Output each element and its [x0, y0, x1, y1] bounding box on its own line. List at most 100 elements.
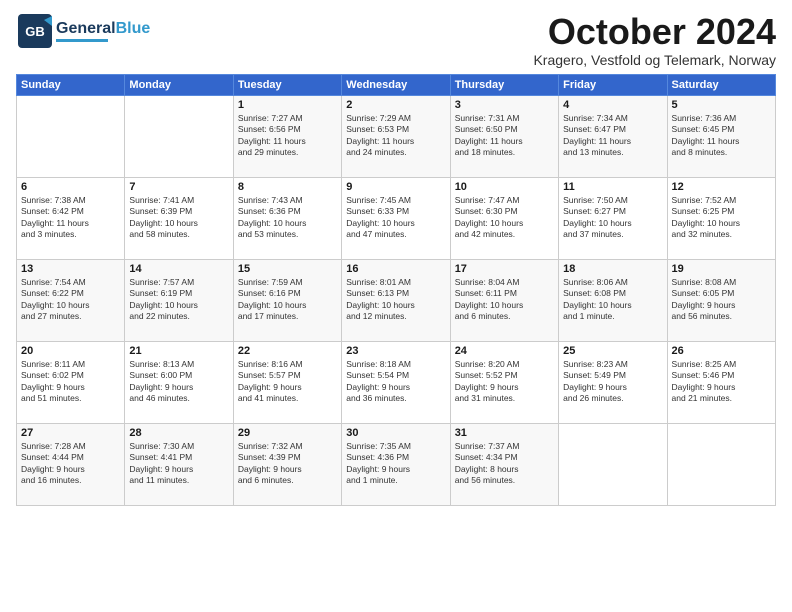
day-cell: 29Sunrise: 7:32 AM Sunset: 4:39 PM Dayli… — [233, 423, 341, 505]
day-info: Sunrise: 7:35 AM Sunset: 4:36 PM Dayligh… — [346, 441, 445, 487]
day-number: 20 — [21, 345, 120, 357]
day-number: 25 — [563, 345, 662, 357]
day-cell: 27Sunrise: 7:28 AM Sunset: 4:44 PM Dayli… — [17, 423, 125, 505]
day-cell: 25 Sunrise: 8:23 AM Sunset: 5:49 PM Dayli… — [559, 341, 667, 423]
day-number: 22 — [238, 345, 337, 357]
day-info: Sunrise: 8:18 AM Sunset: 5:54 PM Dayligh… — [346, 359, 445, 405]
day-info: Sunrise: 7:54 AM Sunset: 6:22 PM Dayligh… — [21, 277, 120, 323]
page-container: GB GeneralBlue October 2024 Kragero, Ves… — [0, 0, 792, 514]
day-cell: 30 Sunrise: 7:35 AM Sunset: 4:36 PM Dayli… — [342, 423, 450, 505]
day-cell: 7 Sunrise: 7:41 AM Sunset: 6:39 PM Daylig… — [125, 177, 233, 259]
day-cell — [667, 423, 775, 505]
day-number: 18 — [563, 263, 662, 275]
day-info: Sunrise: 7:34 AM Sunset: 6:47 PM Dayligh… — [563, 113, 662, 159]
day-number: 2 — [346, 99, 445, 111]
day-number: 7 — [129, 181, 228, 193]
day-cell: 10Sunrise: 7:47 AM Sunset: 6:30 PM Dayli… — [450, 177, 558, 259]
day-cell: 1Sunrise: 7:27 AM Sunset: 6:56 PM Daylig… — [233, 95, 341, 177]
day-info: Sunrise: 7:52 AM Sunset: 6:25 PM Dayligh… — [672, 195, 771, 241]
day-number: 23 — [346, 345, 445, 357]
day-info: Sunrise: 8:13 AM Sunset: 6:00 PM Dayligh… — [129, 359, 228, 405]
col-wednesday: Wednesday — [342, 74, 450, 95]
day-cell — [125, 95, 233, 177]
day-info: Sunrise: 7:59 AM Sunset: 6:16 PM Dayligh… — [238, 277, 337, 323]
col-tuesday: Tuesday — [233, 74, 341, 95]
day-info: Sunrise: 8:11 AM Sunset: 6:02 PM Dayligh… — [21, 359, 120, 405]
day-number: 26 — [672, 345, 771, 357]
day-cell: 2 Sunrise: 7:29 AM Sunset: 6:53 PM Daylig… — [342, 95, 450, 177]
day-info: Sunrise: 7:27 AM Sunset: 6:56 PM Dayligh… — [238, 113, 337, 159]
day-info: Sunrise: 8:16 AM Sunset: 5:57 PM Dayligh… — [238, 359, 337, 405]
day-number: 31 — [455, 427, 554, 439]
day-cell: 17 Sunrise: 8:04 AM Sunset: 6:11 PM Dayli… — [450, 259, 558, 341]
day-cell: 5 Sunrise: 7:36 AM Sunset: 6:45 PM Daylig… — [667, 95, 775, 177]
day-number: 13 — [21, 263, 120, 275]
day-number: 17 — [455, 263, 554, 275]
day-info: Sunrise: 7:36 AM Sunset: 6:45 PM Dayligh… — [672, 113, 771, 159]
day-info: Sunrise: 7:32 AM Sunset: 4:39 PM Dayligh… — [238, 441, 337, 487]
col-saturday: Saturday — [667, 74, 775, 95]
day-info: Sunrise: 7:45 AM Sunset: 6:33 PM Dayligh… — [346, 195, 445, 241]
day-cell: 15 Sunrise: 7:59 AM Sunset: 6:16 PM Dayli… — [233, 259, 341, 341]
day-cell: 14 Sunrise: 7:57 AM Sunset: 6:19 PM Dayli… — [125, 259, 233, 341]
day-info: Sunrise: 7:47 AM Sunset: 6:30 PM Dayligh… — [455, 195, 554, 241]
day-info: Sunrise: 7:41 AM Sunset: 6:39 PM Dayligh… — [129, 195, 228, 241]
svg-text:GB: GB — [25, 24, 45, 39]
day-number: 30 — [346, 427, 445, 439]
day-info: Sunrise: 8:04 AM Sunset: 6:11 PM Dayligh… — [455, 277, 554, 323]
day-number: 4 — [563, 99, 662, 111]
day-cell: 21Sunrise: 8:13 AM Sunset: 6:00 PM Dayli… — [125, 341, 233, 423]
day-cell: 6 Sunrise: 7:38 AM Sunset: 6:42 PM Daylig… — [17, 177, 125, 259]
day-cell — [559, 423, 667, 505]
day-cell: 13 Sunrise: 7:54 AM Sunset: 6:22 PM Dayli… — [17, 259, 125, 341]
col-thursday: Thursday — [450, 74, 558, 95]
day-info: Sunrise: 7:50 AM Sunset: 6:27 PM Dayligh… — [563, 195, 662, 241]
day-cell: 4 Sunrise: 7:34 AM Sunset: 6:47 PM Daylig… — [559, 95, 667, 177]
day-cell: 24Sunrise: 8:20 AM Sunset: 5:52 PM Dayli… — [450, 341, 558, 423]
day-number: 27 — [21, 427, 120, 439]
week-row-2: 6 Sunrise: 7:38 AM Sunset: 6:42 PM Daylig… — [17, 177, 776, 259]
day-number: 5 — [672, 99, 771, 111]
header: GB GeneralBlue October 2024 Kragero, Ves… — [16, 12, 776, 68]
day-number: 3 — [455, 99, 554, 111]
week-row-3: 13 Sunrise: 7:54 AM Sunset: 6:22 PM Dayli… — [17, 259, 776, 341]
calendar-table: Sunday Monday Tuesday Wednesday Thursday… — [16, 74, 776, 506]
day-info: Sunrise: 8:20 AM Sunset: 5:52 PM Dayligh… — [455, 359, 554, 405]
day-info: Sunrise: 7:38 AM Sunset: 6:42 PM Dayligh… — [21, 195, 120, 241]
day-info: Sunrise: 7:57 AM Sunset: 6:19 PM Dayligh… — [129, 277, 228, 323]
day-info: Sunrise: 7:31 AM Sunset: 6:50 PM Dayligh… — [455, 113, 554, 159]
day-number: 11 — [563, 181, 662, 193]
day-cell: 9 Sunrise: 7:45 AM Sunset: 6:33 PM Daylig… — [342, 177, 450, 259]
day-cell: 22 Sunrise: 8:16 AM Sunset: 5:57 PM Dayli… — [233, 341, 341, 423]
day-number: 6 — [21, 181, 120, 193]
week-row-1: 1Sunrise: 7:27 AM Sunset: 6:56 PM Daylig… — [17, 95, 776, 177]
day-info: Sunrise: 8:25 AM Sunset: 5:46 PM Dayligh… — [672, 359, 771, 405]
day-info: Sunrise: 7:29 AM Sunset: 6:53 PM Dayligh… — [346, 113, 445, 159]
col-friday: Friday — [559, 74, 667, 95]
day-cell: 31Sunrise: 7:37 AM Sunset: 4:34 PM Dayli… — [450, 423, 558, 505]
day-number: 8 — [238, 181, 337, 193]
day-number: 14 — [129, 263, 228, 275]
day-cell: 11 Sunrise: 7:50 AM Sunset: 6:27 PM Dayli… — [559, 177, 667, 259]
day-cell: 12 Sunrise: 7:52 AM Sunset: 6:25 PM Dayli… — [667, 177, 775, 259]
month-title: October 2024 — [533, 12, 776, 52]
title-section: October 2024 Kragero, Vestfold og Telema… — [533, 12, 776, 68]
logo-underline — [56, 39, 108, 42]
logo: GB GeneralBlue — [16, 12, 150, 50]
col-monday: Monday — [125, 74, 233, 95]
day-info: Sunrise: 7:43 AM Sunset: 6:36 PM Dayligh… — [238, 195, 337, 241]
day-info: Sunrise: 8:01 AM Sunset: 6:13 PM Dayligh… — [346, 277, 445, 323]
day-cell — [17, 95, 125, 177]
logo-icon: GB — [16, 12, 54, 50]
day-number: 9 — [346, 181, 445, 193]
day-cell: 18 Sunrise: 8:06 AM Sunset: 6:08 PM Dayli… — [559, 259, 667, 341]
week-row-4: 20 Sunrise: 8:11 AM Sunset: 6:02 PM Dayli… — [17, 341, 776, 423]
day-info: Sunrise: 8:08 AM Sunset: 6:05 PM Dayligh… — [672, 277, 771, 323]
day-number: 15 — [238, 263, 337, 275]
col-sunday: Sunday — [17, 74, 125, 95]
day-number: 12 — [672, 181, 771, 193]
day-number: 16 — [346, 263, 445, 275]
day-info: Sunrise: 8:06 AM Sunset: 6:08 PM Dayligh… — [563, 277, 662, 323]
header-row: Sunday Monday Tuesday Wednesday Thursday… — [17, 74, 776, 95]
day-info: Sunrise: 8:23 AM Sunset: 5:49 PM Dayligh… — [563, 359, 662, 405]
